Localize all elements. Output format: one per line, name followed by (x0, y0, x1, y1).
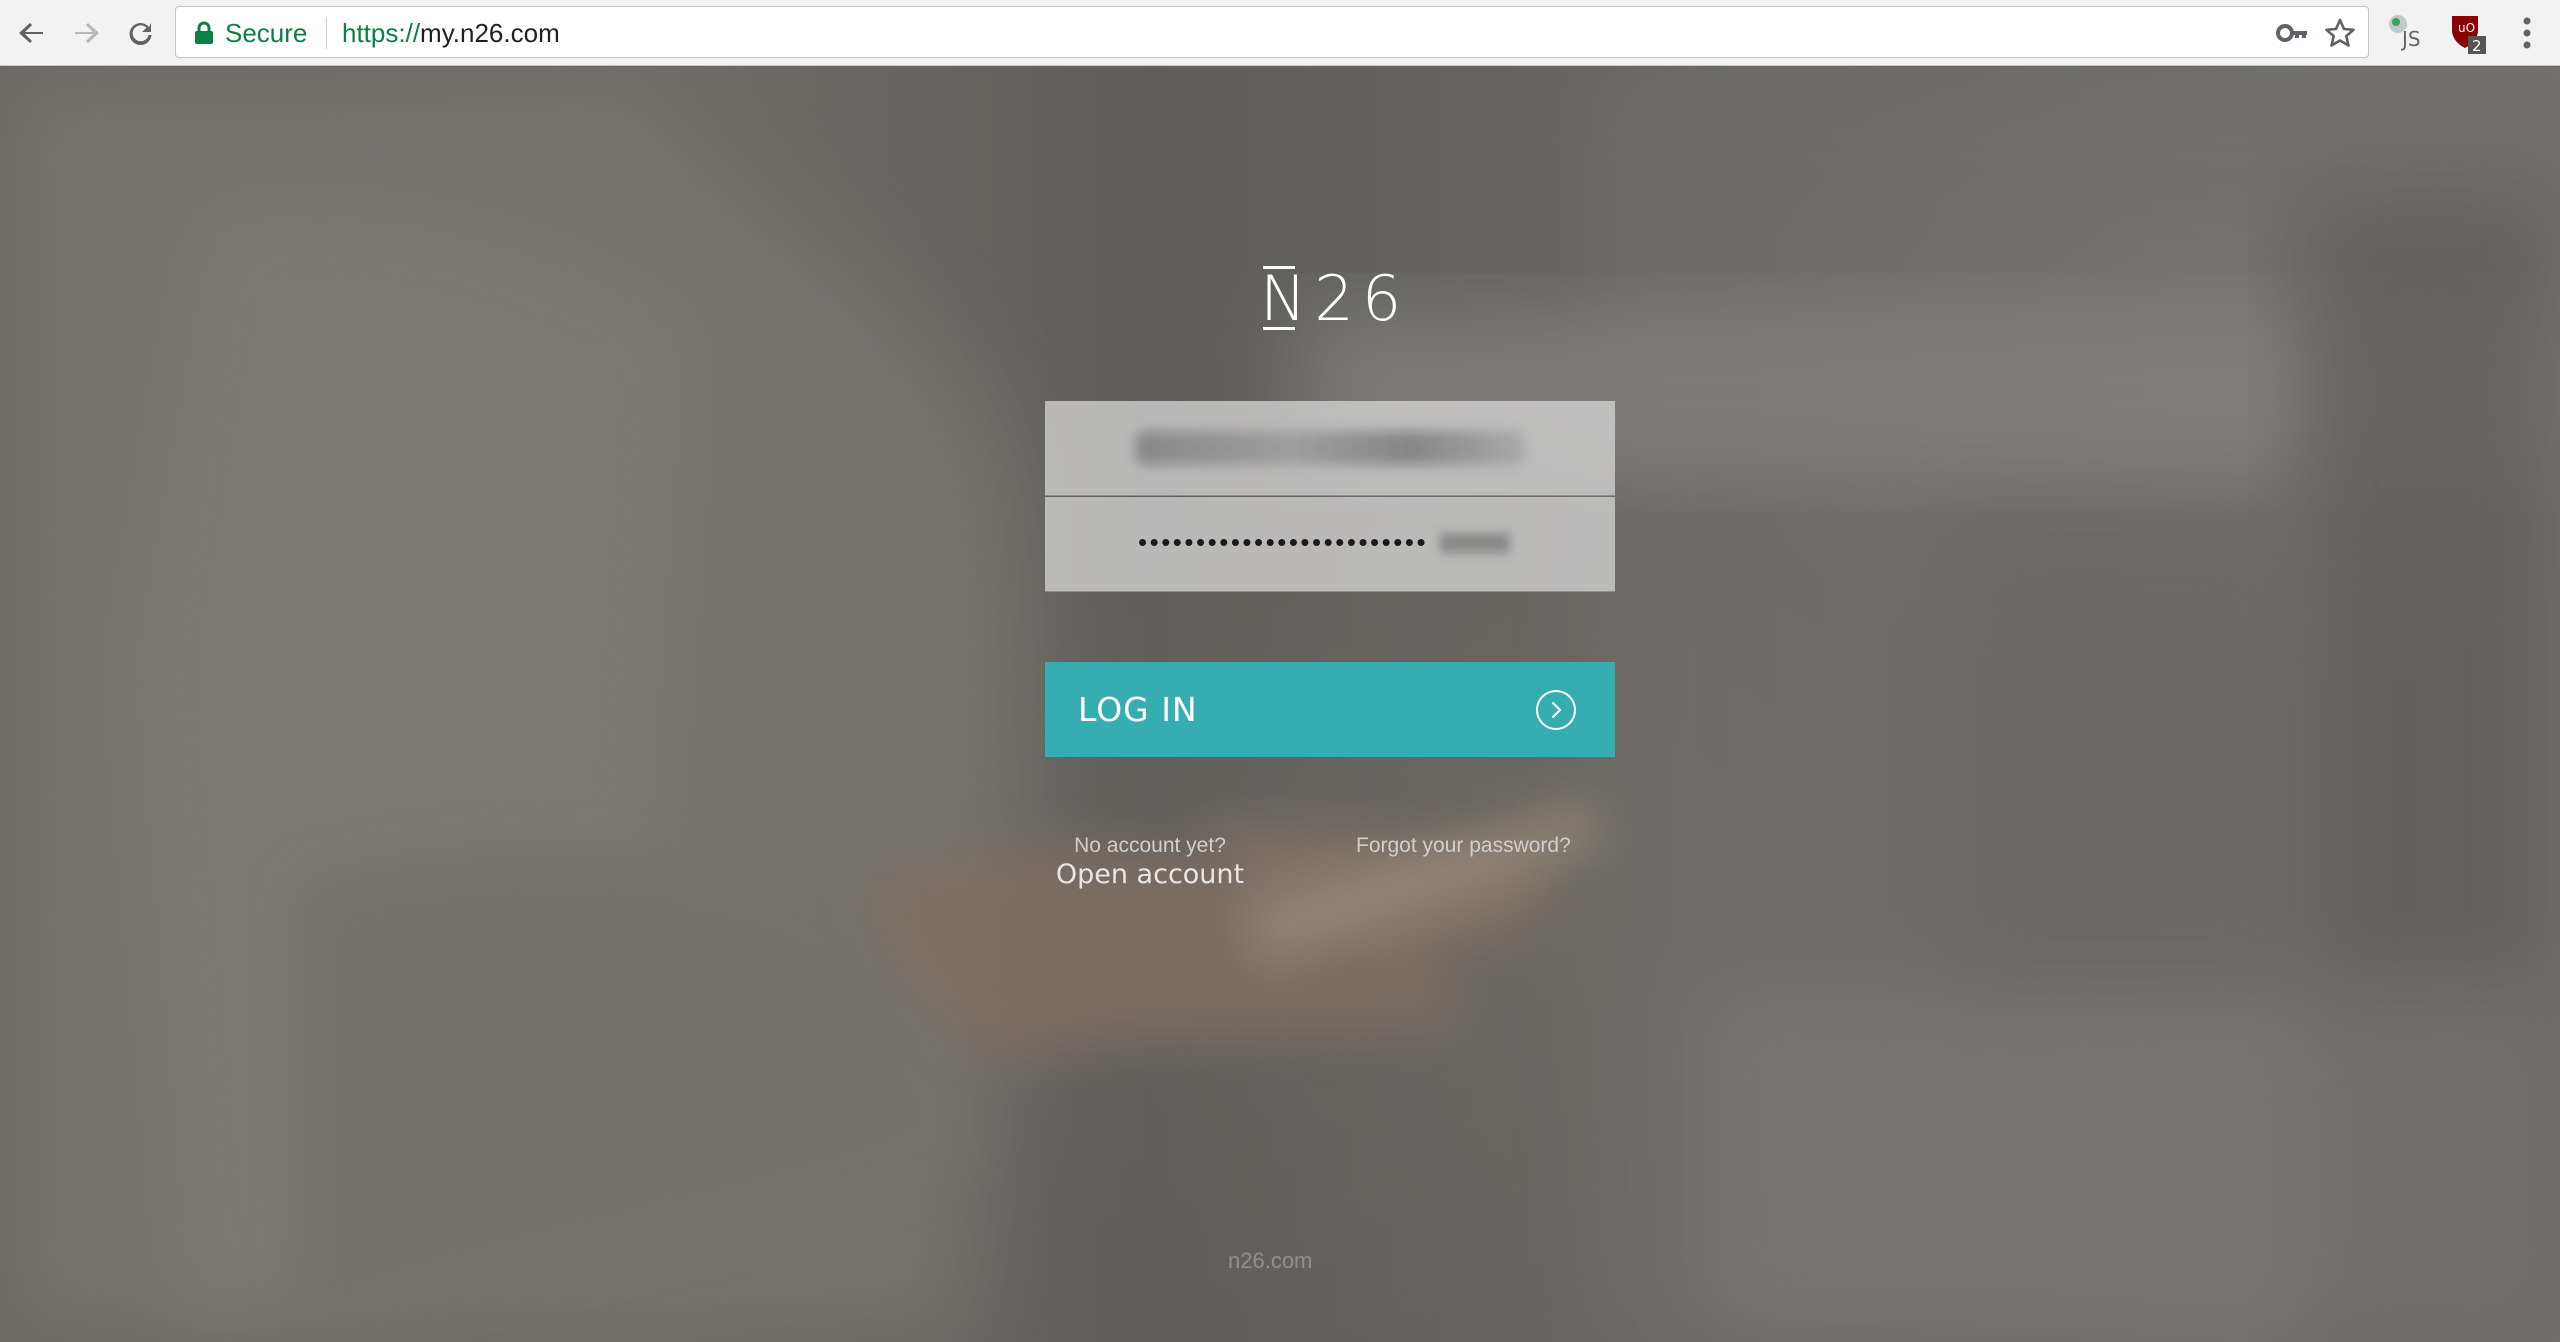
password-field[interactable]: ••••••••••••••••••••••••• (1045, 497, 1615, 592)
address-separator (326, 17, 327, 49)
open-account-block: No account yet? Open account (1040, 833, 1260, 891)
login-button[interactable]: LOG IN (1045, 662, 1615, 757)
email-redaction-blur (1135, 431, 1525, 465)
reload-icon (129, 23, 152, 46)
browser-toolbar: Secure https://my.n26.com JS uO 2 (0, 0, 2560, 66)
footer-domain: n26.com (1228, 1248, 1313, 1273)
back-button[interactable] (8, 9, 56, 57)
email-field[interactable] (1045, 401, 1615, 496)
key-icon[interactable] (2276, 20, 2308, 46)
login-button-label: LOG IN (1078, 690, 1198, 729)
js-extension-label: JS (2400, 27, 2421, 51)
arrow-left-icon (19, 23, 43, 43)
n26-logo: N26 (1260, 264, 1401, 334)
kebab-menu-icon[interactable] (2512, 14, 2542, 52)
svg-text:uO: uO (2458, 21, 2475, 35)
reload-button[interactable] (116, 9, 164, 57)
open-account-link[interactable]: Open account (1040, 859, 1260, 891)
url-host: my.n26.com (420, 18, 560, 48)
security-label: Secure (225, 18, 308, 48)
arrow-right-icon (75, 23, 99, 43)
star-icon[interactable] (2324, 17, 2356, 49)
forgot-password-link[interactable]: Forgot your password? (1356, 833, 1571, 859)
password-redaction-blur (1440, 533, 1510, 553)
forward-button[interactable] (62, 9, 110, 57)
no-account-hint: No account yet? (1074, 834, 1226, 857)
arrow-circle-right-icon (1536, 690, 1576, 730)
password-mask: ••••••••••••••••••••••••• (1138, 527, 1429, 557)
url-scheme: https:// (342, 18, 421, 48)
address-bar[interactable]: Secure https://my.n26.com (175, 6, 2369, 58)
ublock-icon[interactable]: uO 2 (2448, 12, 2488, 54)
ublock-badge-count: 2 (2472, 37, 2482, 54)
logo-text: N26 (1260, 262, 1410, 335)
js-extension-icon[interactable]: JS (2386, 12, 2426, 54)
url-text[interactable]: https://my.n26.com (342, 18, 560, 48)
lock-icon (195, 21, 213, 44)
